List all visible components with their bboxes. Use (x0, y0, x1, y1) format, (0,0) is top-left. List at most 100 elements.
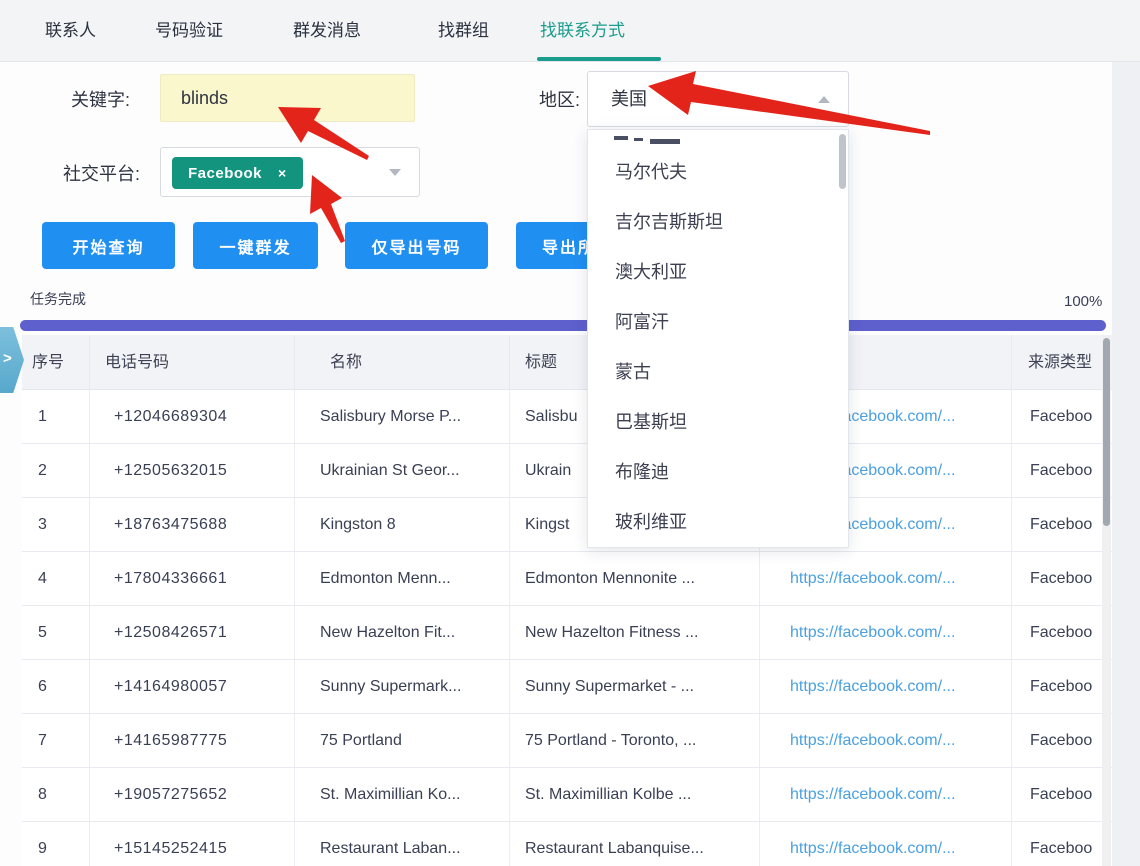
region-selected-value: 美国 (611, 89, 647, 109)
cell-index: 4 (22, 552, 90, 606)
action-button-2[interactable]: 一键群发 (193, 222, 318, 269)
cell-index: 3 (22, 498, 90, 552)
platform-tag-label: Facebook (188, 165, 262, 182)
region-dropdown: 马尔代夫吉尔吉斯斯坦澳大利亚阿富汗蒙古巴基斯坦布隆迪玻利维亚 (587, 129, 849, 548)
cell-name: Salisbury Morse P... (295, 390, 510, 444)
results-table: 序号电话号码名称标题来源类型 1+12046689304Salisbury Mo… (22, 335, 1112, 866)
region-option-4[interactable]: 阿富汗 (588, 297, 848, 347)
region-option-5[interactable]: 蒙古 (588, 347, 848, 397)
cell-name: Ukrainian St Geor... (295, 444, 510, 498)
header-index: 序号 (22, 335, 90, 390)
sidebar-expand-handle[interactable]: > (0, 327, 24, 393)
cell-index: 1 (22, 390, 90, 444)
tab-5[interactable]: 找联系方式 (540, 0, 625, 62)
cell-title: Edmonton Mennonite ... (510, 552, 760, 606)
table-header-row: 序号电话号码名称标题来源类型 (22, 335, 1112, 390)
cell-index: 2 (22, 444, 90, 498)
platform-tag-facebook[interactable]: Facebook × (172, 157, 303, 189)
header-name: 名称 (295, 335, 510, 390)
table-row-7: 7+1416598777575 Portland75 Portland - To… (22, 714, 1112, 768)
cell-index: 7 (22, 714, 90, 768)
cell-phone: +15145252415 (90, 822, 295, 866)
region-option-2[interactable]: 吉尔吉斯斯坦 (588, 197, 848, 247)
table-row-4: 4+17804336661Edmonton Menn...Edmonton Me… (22, 552, 1112, 606)
table-scrollbar-thumb[interactable] (1103, 338, 1110, 526)
cell-title: New Hazelton Fitness ... (510, 606, 760, 660)
cell-name: Edmonton Menn... (295, 552, 510, 606)
region-options: 马尔代夫吉尔吉斯斯坦澳大利亚阿富汗蒙古巴基斯坦布隆迪玻利维亚 (588, 147, 848, 547)
tab-3[interactable]: 群发消息 (293, 0, 361, 62)
cell-name: Kingston 8 (295, 498, 510, 552)
region-option-partial[interactable] (588, 130, 848, 147)
cell-source: Faceboo (1012, 768, 1112, 822)
cell-phone: +14164980057 (90, 660, 295, 714)
table-row-9: 9+15145252415Restaurant Laban...Restaura… (22, 822, 1112, 866)
tab-1[interactable]: 联系人 (45, 0, 96, 62)
cell-link[interactable]: https://facebook.com/... (760, 714, 1012, 768)
platform-label: 社交平台: (40, 160, 140, 186)
keyword-label: 关键字: (40, 86, 130, 112)
progress-fill (20, 320, 1106, 331)
task-status-text: 任务完成 (30, 289, 86, 309)
table-row-5: 5+12508426571New Hazelton Fit...New Haze… (22, 606, 1112, 660)
cell-source: Faceboo (1012, 444, 1112, 498)
region-option-1[interactable]: 马尔代夫 (588, 147, 848, 197)
table-row-1: 1+12046689304Salisbury Morse P...Salisbu… (22, 390, 1112, 444)
expand-arrow-icon: > (3, 350, 12, 367)
cell-index: 9 (22, 822, 90, 866)
header-phone: 电话号码 (90, 335, 295, 390)
active-tab-underline (537, 57, 661, 61)
keyword-value: blinds (181, 88, 228, 108)
tab-bar: 联系人 号码验证 群发消息 找群组找联系方式 (0, 0, 1140, 62)
region-option-6[interactable]: 巴基斯坦 (588, 397, 848, 447)
cell-link[interactable]: https://facebook.com/... (760, 552, 1012, 606)
cell-source: Faceboo (1012, 390, 1112, 444)
cell-phone: +18763475688 (90, 498, 295, 552)
tab-4[interactable]: 找群组 (438, 0, 489, 62)
keyword-input[interactable]: blinds (160, 74, 415, 122)
cell-source: Faceboo (1012, 606, 1112, 660)
cell-source: Faceboo (1012, 714, 1112, 768)
cell-link[interactable]: https://facebook.com/... (760, 660, 1012, 714)
cell-source: Faceboo (1012, 660, 1112, 714)
cell-phone: +12505632015 (90, 444, 295, 498)
cell-phone: +14165987775 (90, 714, 295, 768)
cell-index: 6 (22, 660, 90, 714)
cell-phone: +12046689304 (90, 390, 295, 444)
cell-link[interactable]: https://facebook.com/... (760, 606, 1012, 660)
table-row-8: 8+19057275652St. Maximillian Ko...St. Ma… (22, 768, 1112, 822)
region-option-3[interactable]: 澳大利亚 (588, 247, 848, 297)
cell-title: 75 Portland - Toronto, ... (510, 714, 760, 768)
dropdown-scrollbar-thumb[interactable] (839, 134, 846, 189)
tab-2[interactable]: 号码验证 (155, 0, 223, 62)
cell-title: Restaurant Labanquise... (510, 822, 760, 866)
region-select[interactable]: 美国 (587, 71, 849, 127)
region-option-8[interactable]: 玻利维亚 (588, 497, 848, 547)
cell-name: New Hazelton Fit... (295, 606, 510, 660)
chevron-down-icon (389, 169, 401, 176)
cell-phone: +19057275652 (90, 768, 295, 822)
cell-link[interactable]: https://facebook.com/... (760, 822, 1012, 866)
progress-percent: 100% (1064, 293, 1102, 310)
cell-name: Sunny Supermark... (295, 660, 510, 714)
cell-link[interactable]: https://facebook.com/... (760, 768, 1012, 822)
cell-name: Restaurant Laban... (295, 822, 510, 866)
cell-source: Faceboo (1012, 552, 1112, 606)
table-row-2: 2+12505632015Ukrainian St Geor...Ukrainh… (22, 444, 1112, 498)
header-source: 来源类型 (1012, 335, 1112, 390)
cell-name: 75 Portland (295, 714, 510, 768)
cell-phone: +17804336661 (90, 552, 295, 606)
region-option-7[interactable]: 布隆迪 (588, 447, 848, 497)
right-gutter (1112, 62, 1140, 866)
cell-index: 5 (22, 606, 90, 660)
action-button-1[interactable]: 开始查询 (42, 222, 175, 269)
action-button-3[interactable]: 仅导出号码 (345, 222, 488, 269)
tag-remove-icon[interactable]: × (278, 165, 287, 181)
progress-bar (20, 320, 1106, 331)
platform-select[interactable]: Facebook × (160, 147, 420, 197)
table-row-3: 3+18763475688Kingston 8Kingsthttps://fac… (22, 498, 1112, 552)
region-label: 地区: (500, 86, 580, 112)
cell-phone: +12508426571 (90, 606, 295, 660)
table-body: 1+12046689304Salisbury Morse P...Salisbu… (22, 390, 1112, 866)
cell-name: St. Maximillian Ko... (295, 768, 510, 822)
